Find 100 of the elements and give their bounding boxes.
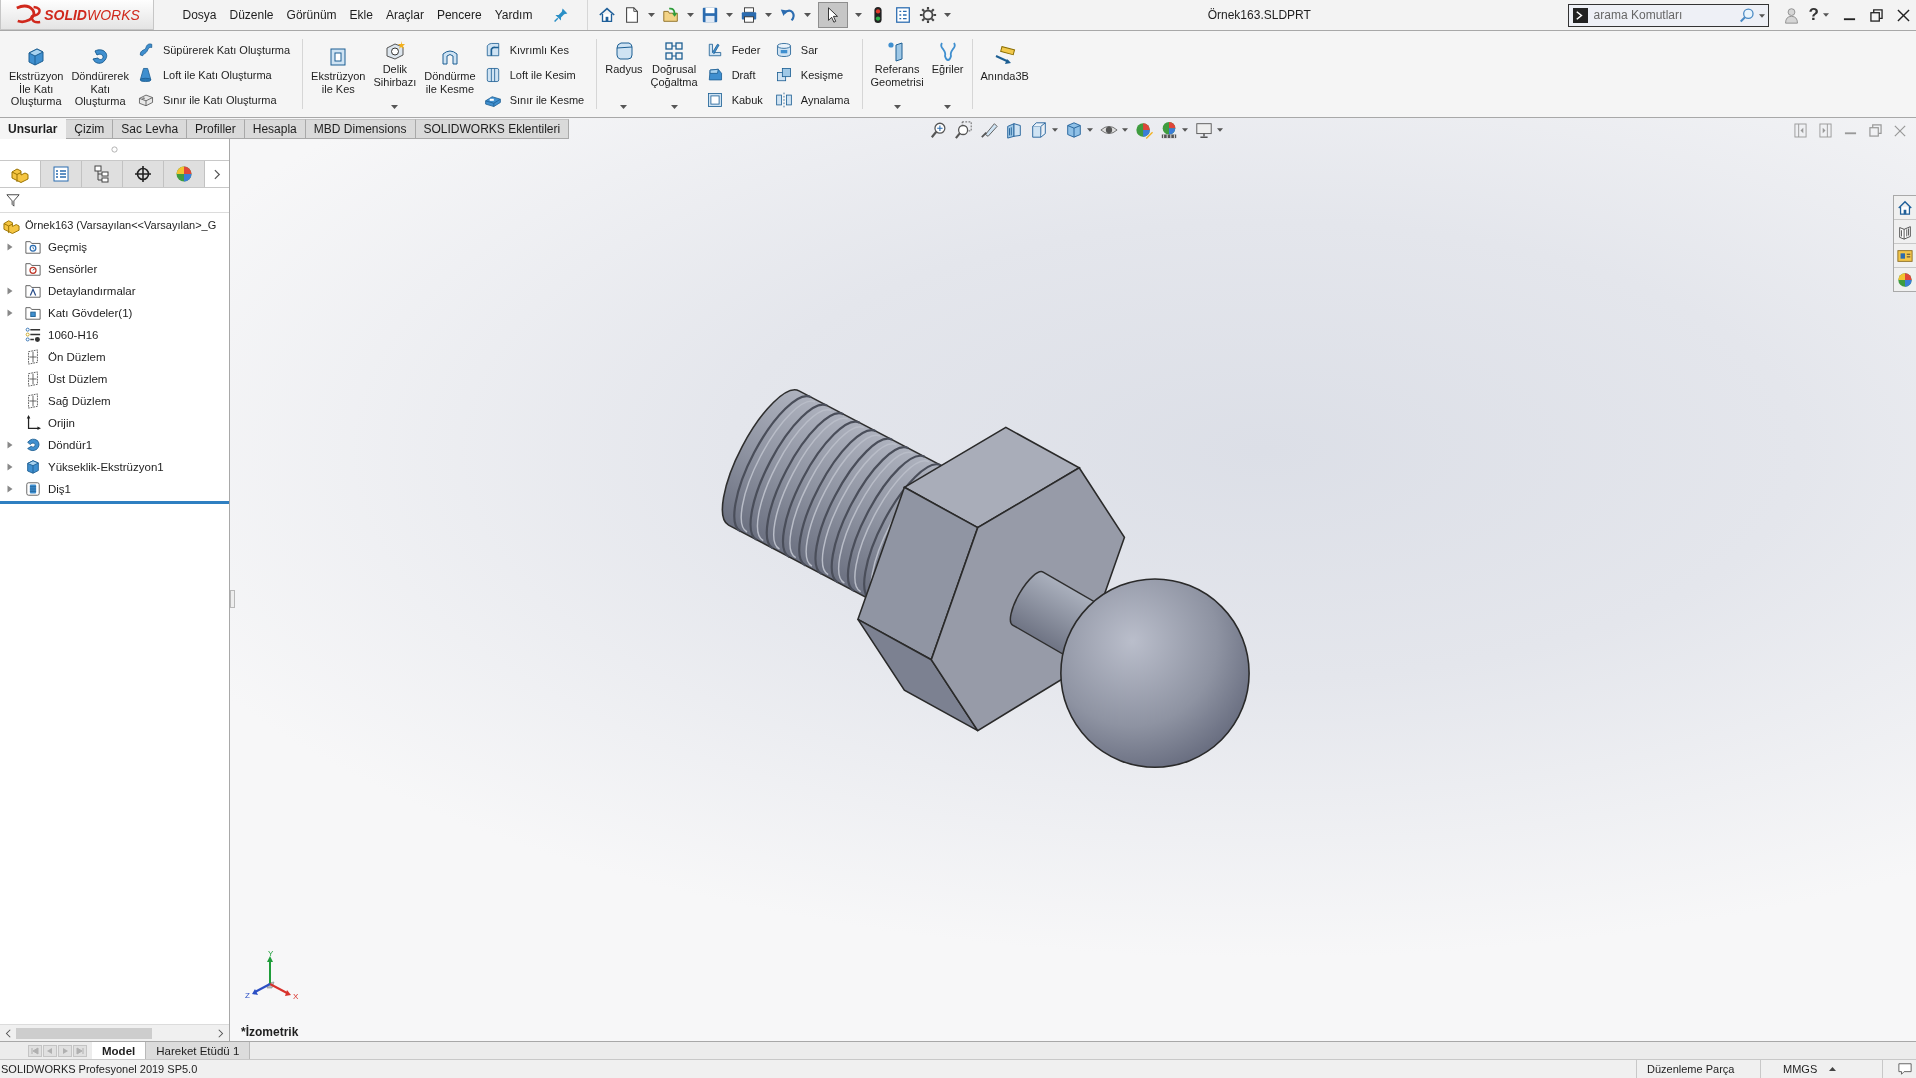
ribbon-button[interactable]: Sar [770, 37, 854, 62]
ribbon-button[interactable]: Ekstrüzyon İle Katı Oluşturma [5, 31, 68, 117]
book-icon[interactable] [1897, 223, 1913, 240]
command-tab[interactable]: Hesapla [244, 119, 306, 139]
tree-item[interactable]: Geçmiş [0, 236, 229, 258]
tree-item[interactable]: Örnek163 (Varsayılan<<Varsayılan>_G [0, 214, 229, 236]
expand-arrow-icon[interactable] [7, 309, 13, 317]
ribbon-button[interactable]: Loft ile Katı Oluşturma [132, 62, 295, 87]
ribbon-button[interactable]: Kabuk [701, 87, 767, 112]
command-tab[interactable]: Çizim [66, 119, 114, 139]
tree-item[interactable]: Üst Düzlem [0, 368, 229, 390]
ribbon-button[interactable]: Loft ile Kesim [479, 62, 589, 87]
chevron-right-icon[interactable] [218, 1028, 224, 1038]
select-tool-button[interactable] [817, 2, 848, 28]
tree-item[interactable]: Sensörler [0, 258, 229, 280]
splitter-handle[interactable] [230, 590, 235, 608]
pin-icon[interactable] [552, 7, 569, 23]
caret-icon[interactable] [764, 13, 772, 17]
command-tab[interactable]: Sac Levha [113, 119, 188, 139]
speech-bubble-icon[interactable] [1898, 1062, 1912, 1076]
search-icon[interactable] [1738, 6, 1756, 24]
expand-arrow-icon[interactable] [7, 243, 13, 251]
caret-icon[interactable] [686, 13, 694, 17]
tree-item[interactable]: 1060-H16 [0, 324, 229, 346]
menu-item[interactable]: Görünüm [280, 8, 344, 22]
zoom-fit-icon[interactable] [929, 121, 948, 139]
menu-item[interactable]: Yardım [488, 8, 539, 22]
ribbon-button[interactable]: Döndürerek Katı Oluşturma [67, 31, 133, 117]
command-tab[interactable]: Profiller [187, 119, 245, 139]
caret-icon[interactable] [1051, 128, 1058, 132]
caret-icon[interactable] [647, 13, 655, 17]
tree-item[interactable]: Sağ Düzlem [0, 390, 229, 412]
monitor-icon[interactable] [1194, 121, 1213, 139]
horizontal-scrollbar[interactable] [0, 1024, 229, 1041]
restore-icon[interactable] [1870, 8, 1883, 22]
expand-arrow-icon[interactable] [7, 485, 13, 493]
ribbon-button[interactable]: Anında3B [976, 31, 1033, 117]
model-tab[interactable]: Hareket Etüdü 1 [146, 1042, 251, 1059]
ribbon-button[interactable]: Döndürme ile Kesme [420, 31, 480, 117]
color-ball-floor-icon[interactable] [1159, 121, 1178, 139]
caret-icon[interactable] [803, 13, 811, 17]
menu-item[interactable]: Düzenle [223, 8, 281, 22]
zoom-area-icon[interactable] [954, 121, 973, 139]
caret-icon[interactable] [854, 13, 862, 17]
tree-item[interactable]: Orijin [0, 412, 229, 434]
caret-icon[interactable] [725, 13, 733, 17]
units-selector[interactable]: MMGS [1783, 1063, 1837, 1075]
expand-arrow-icon[interactable] [7, 463, 13, 471]
pen-icon[interactable] [979, 121, 998, 139]
color-ball-icon[interactable] [1897, 271, 1913, 288]
tree-item[interactable]: Yükseklik-Ekstrüzyon1 [0, 456, 229, 478]
ribbon-button[interactable]: Delik Sihirbazı [369, 31, 421, 117]
expand-arrow-icon[interactable] [7, 441, 13, 449]
ribbon-button[interactable]: Sınır ile Katı Oluşturma [132, 87, 295, 112]
caret-icon[interactable] [1758, 13, 1765, 18]
ribbon-button[interactable]: Draft [701, 62, 767, 87]
ribbon-button[interactable]: Süpürerek Katı Oluşturma [132, 37, 295, 62]
home-icon[interactable] [597, 6, 616, 24]
tree-item[interactable]: Detaylandırmalar [0, 280, 229, 302]
tree-item[interactable]: Diş1 [0, 478, 229, 500]
menu-item[interactable]: Ekle [343, 8, 380, 22]
list-icon[interactable] [893, 6, 912, 24]
section-view-icon[interactable] [1004, 121, 1023, 139]
shaded-cube-icon[interactable] [1064, 121, 1083, 139]
home-icon[interactable] [1897, 199, 1913, 216]
color-ball-pencil-icon[interactable] [1134, 121, 1153, 139]
caret-icon[interactable] [1086, 128, 1093, 132]
expand-arrow-icon[interactable] [7, 287, 13, 295]
tree-item[interactable]: Döndür1 [0, 434, 229, 456]
caret-icon[interactable] [1181, 128, 1188, 132]
ribbon-button[interactable]: Aynalama [770, 87, 854, 112]
command-tab[interactable]: SOLIDWORKS Eklentileri [415, 119, 570, 139]
settings-icon[interactable] [918, 6, 937, 24]
ribbon-button[interactable]: Feder [701, 37, 767, 62]
ribbon-button[interactable]: Sınır ile Kesme [479, 87, 589, 112]
ribbon-button[interactable]: Kıvrımlı Kes [479, 37, 589, 62]
caret-icon[interactable] [1121, 128, 1128, 132]
ribbon-button[interactable]: Referans Geometrisi [866, 31, 928, 117]
caret-icon[interactable] [1823, 13, 1829, 17]
tree-item[interactable]: Ön Düzlem [0, 346, 229, 368]
help-button[interactable]: ? [1808, 5, 1819, 25]
chevron-right-icon[interactable] [214, 168, 221, 180]
ribbon-button[interactable]: Radyus [601, 31, 647, 117]
tree-item[interactable]: Katı Gövdeler(1) [0, 302, 229, 324]
open-folder-icon[interactable] [661, 6, 680, 24]
close-icon[interactable] [1897, 8, 1910, 22]
search-field[interactable]: arama Komutları [1567, 3, 1769, 27]
command-tab[interactable]: MBD Dimensions [305, 119, 416, 139]
menu-item[interactable]: Dosya [176, 8, 223, 22]
printer-icon[interactable] [739, 6, 758, 24]
view-cube-icon[interactable] [1029, 121, 1048, 139]
scrollbar-thumb[interactable] [16, 1027, 152, 1039]
grip-dot-icon[interactable] [111, 146, 118, 153]
ribbon-button[interactable]: Kesişme [770, 62, 854, 87]
caret-icon[interactable] [1216, 128, 1223, 132]
ribbon-button[interactable]: Doğrusal Çoğaltma [646, 31, 702, 117]
caret-icon[interactable] [943, 13, 951, 17]
chevron-left-icon[interactable] [5, 1028, 11, 1038]
model-tab[interactable]: Model [92, 1042, 147, 1059]
manager-tab[interactable] [123, 161, 164, 187]
